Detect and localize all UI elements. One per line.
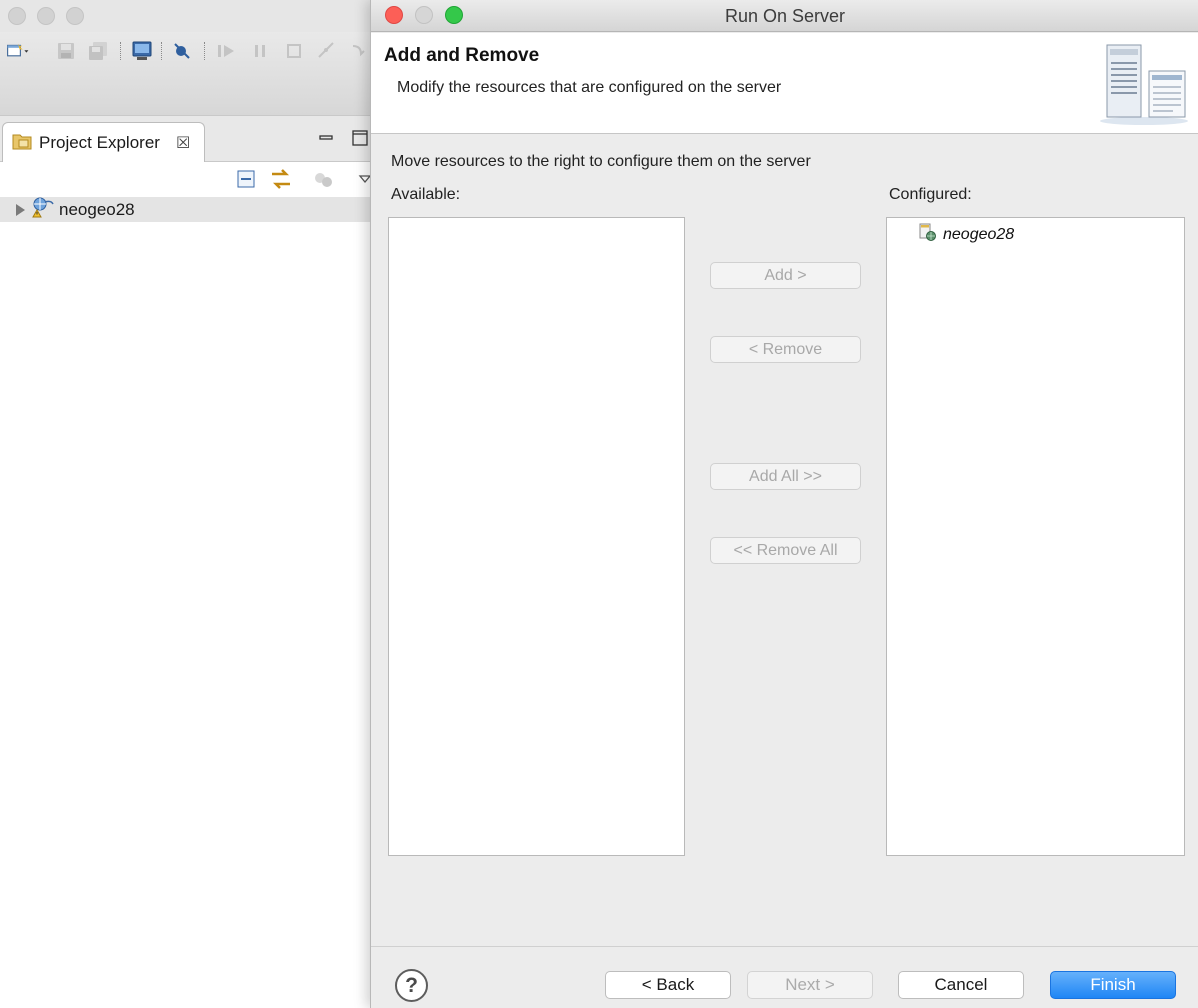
collapse-all-icon[interactable]	[236, 169, 258, 194]
save-all-icon[interactable]	[86, 40, 110, 62]
project-explorer-toolbar	[0, 162, 380, 196]
resume-icon	[214, 40, 238, 62]
remove-button[interactable]: < Remove	[710, 336, 861, 363]
configured-label: Configured:	[889, 186, 972, 203]
toolbar-separator	[161, 42, 162, 60]
dialog-title: Run On Server	[724, 6, 846, 26]
wizard-page-title: Add and Remove	[384, 45, 540, 66]
toolbar-separator	[120, 42, 121, 60]
step-into-icon	[346, 40, 370, 62]
workbench-titlebar	[0, 0, 380, 32]
filters-icon[interactable]	[313, 170, 335, 195]
link-with-editor-icon[interactable]	[268, 166, 294, 197]
remove-all-button[interactable]: << Remove All	[710, 537, 861, 564]
available-label: Available:	[391, 186, 461, 203]
web-project-icon	[31, 196, 55, 223]
server-monitor-icon[interactable]	[130, 40, 154, 62]
tree-item-project[interactable]: neogeo28	[0, 197, 380, 222]
configured-item-label: neogeo28	[943, 225, 1015, 243]
project-explorer-tabbar: Project Explorer ☒	[0, 116, 380, 163]
finish-button[interactable]: Finish	[1050, 971, 1176, 999]
footer-separator	[371, 946, 1198, 947]
wizard-header: Add and Remove Modify the resources that…	[371, 33, 1198, 134]
disconnect-icon	[314, 40, 338, 62]
workbench-close-button[interactable]	[8, 7, 26, 25]
new-wizard-icon[interactable]	[6, 40, 30, 62]
skip-breakpoints-icon[interactable]	[170, 40, 194, 62]
tree-item-label: neogeo28	[59, 199, 135, 219]
help-icon: ?	[405, 973, 418, 997]
dialog-titlebar: Run On Server	[371, 0, 1198, 32]
help-button[interactable]: ?	[395, 969, 428, 1002]
terminate-icon	[282, 40, 306, 62]
run-on-server-dialog: Run On Server Add and Remove Modify the …	[370, 0, 1198, 1008]
next-button[interactable]: Next >	[747, 971, 873, 999]
server-wizard-icon	[1100, 44, 1188, 125]
maximize-view-icon[interactable]	[352, 130, 368, 151]
available-resources-list[interactable]	[388, 217, 685, 856]
eclipse-workbench-window: Project Explorer ☒ neogeo28	[0, 0, 380, 1008]
minimize-view-icon[interactable]	[319, 130, 333, 148]
tab-project-explorer[interactable]: Project Explorer ☒	[2, 122, 205, 163]
back-button[interactable]: < Back	[605, 971, 731, 999]
project-explorer-icon	[11, 131, 33, 156]
instruction-text: Move resources to the right to configure…	[391, 153, 811, 170]
suspend-icon	[248, 40, 272, 62]
expand-arrow-icon[interactable]	[16, 203, 25, 216]
close-tab-icon[interactable]: ☒	[176, 133, 190, 153]
tab-project-explorer-label: Project Explorer	[39, 133, 160, 152]
save-icon[interactable]	[54, 40, 78, 62]
main-toolbar	[0, 32, 380, 116]
cancel-button[interactable]: Cancel	[898, 971, 1024, 999]
module-icon	[918, 222, 938, 247]
configured-resources-list[interactable]: neogeo28	[886, 217, 1185, 856]
workbench-zoom-button[interactable]	[66, 7, 84, 25]
toolbar-separator	[204, 42, 205, 60]
add-all-button[interactable]: Add All >>	[710, 463, 861, 490]
workbench-minimize-button[interactable]	[37, 7, 55, 25]
add-button[interactable]: Add >	[710, 262, 861, 289]
wizard-page-description: Modify the resources that are configured…	[397, 79, 782, 96]
configured-item-neogeo28[interactable]: neogeo28	[918, 222, 1014, 247]
